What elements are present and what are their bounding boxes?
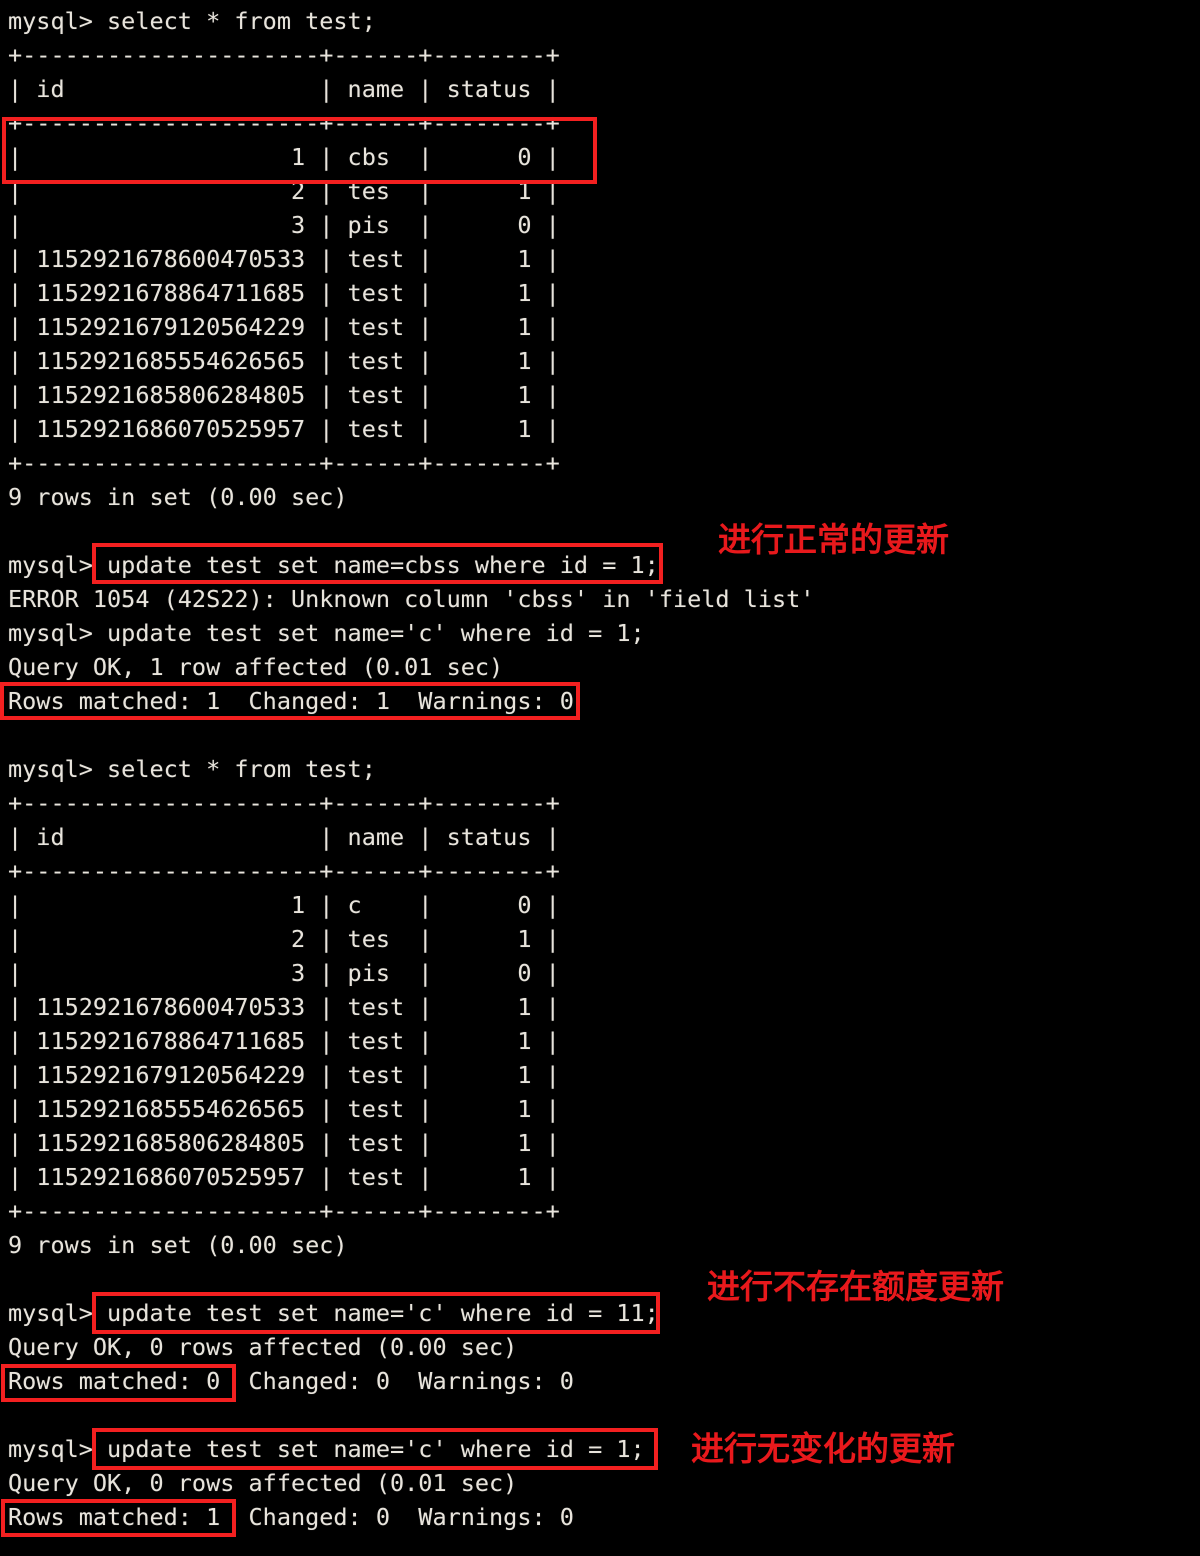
annot-nonexistent-update: 进行不存在额度更新: [707, 1267, 1004, 1306]
annot-nochange-update: 进行无变化的更新: [691, 1429, 955, 1468]
terminal-output[interactable]: mysql> select * from test; +------------…: [8, 4, 814, 1534]
terminal-window: mysql> select * from test; +------------…: [0, 0, 1200, 1556]
annot-normal-update: 进行正常的更新: [718, 520, 949, 559]
